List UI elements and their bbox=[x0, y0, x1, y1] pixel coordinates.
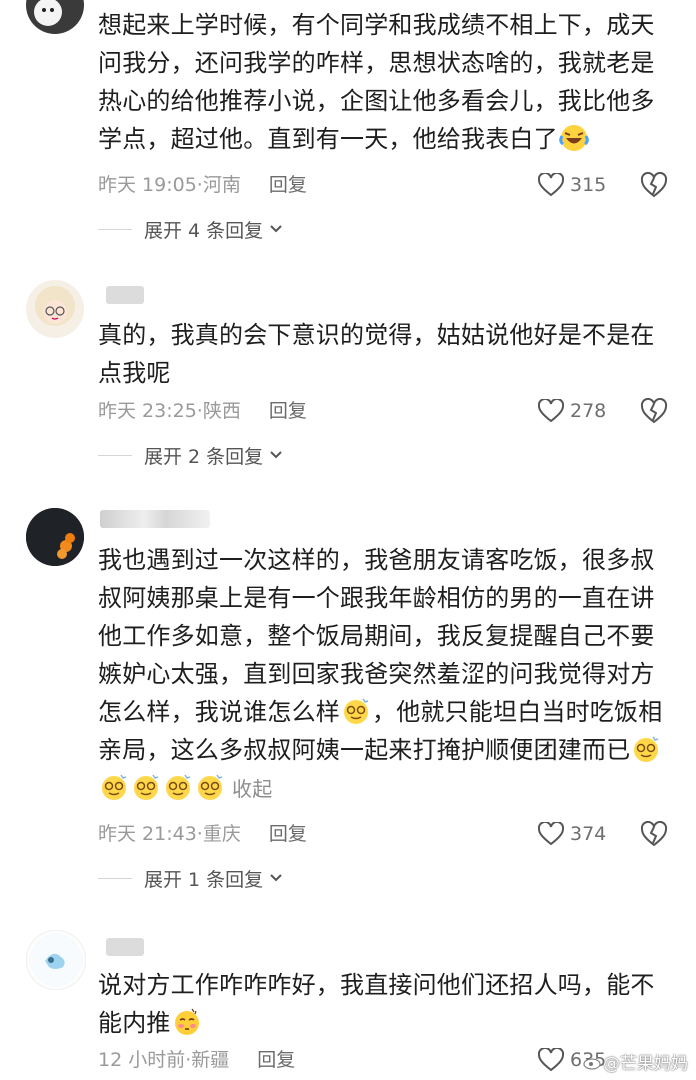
dizzy-smile-emoji-icon bbox=[634, 736, 659, 762]
expand-divider-line bbox=[98, 228, 132, 230]
comment-meta: 昨天 23:25·陕西 回复 bbox=[98, 400, 307, 422]
comment-text: 说对方工作咋咋咋好，我直接问他们还招人吗，能不能内推 bbox=[98, 971, 655, 1037]
username-blurred[interactable] bbox=[100, 510, 210, 528]
comment-meta: 昨天 19:05·河南 回复 bbox=[98, 174, 307, 196]
avatar[interactable] bbox=[26, 0, 84, 34]
heart-icon bbox=[538, 822, 564, 846]
shy-blush-emoji-icon bbox=[174, 1008, 199, 1035]
comment-location: 陕西 bbox=[202, 400, 241, 422]
watermark: @芒果妈妈 bbox=[583, 1049, 688, 1074]
dizzy-smile-emoji-icon bbox=[198, 774, 223, 800]
dizzy-smile-emoji-icon bbox=[344, 698, 369, 724]
dizzy-smile-emoji-icon bbox=[134, 774, 159, 800]
like-button[interactable]: 374 bbox=[538, 819, 606, 849]
comment-location: 河南 bbox=[202, 174, 241, 196]
expand-replies-button[interactable]: 展开 1 条回复 bbox=[98, 863, 283, 893]
reply-button[interactable]: 回复 bbox=[269, 174, 307, 196]
comment-meta: 12 小时前·新疆 回复 bbox=[98, 1049, 296, 1071]
comment-text: 想起来上学时候，有个同学和我成绩不相上下，成天问我分，还问我学的咋样，思想状态啥… bbox=[98, 11, 655, 153]
collapse-text-button[interactable]: 收起 bbox=[232, 777, 272, 801]
comment-time: 12 小时前 bbox=[98, 1049, 186, 1071]
heart-icon bbox=[538, 399, 564, 423]
comment-location: 重庆 bbox=[202, 823, 241, 845]
heart-icon bbox=[538, 173, 564, 197]
username-blurred[interactable] bbox=[106, 938, 144, 956]
dizzy-smile-emoji-icon bbox=[102, 774, 127, 800]
expand-divider-line bbox=[98, 454, 132, 456]
reply-button[interactable]: 回复 bbox=[257, 1049, 295, 1071]
expand-replies-button[interactable]: 展开 4 条回复 bbox=[98, 214, 283, 244]
broken-heart-icon[interactable] bbox=[640, 398, 668, 424]
reply-button[interactable]: 回复 bbox=[269, 823, 307, 845]
reply-button[interactable]: 回复 bbox=[269, 400, 307, 422]
like-button[interactable]: 278 bbox=[538, 396, 606, 426]
like-count: 278 bbox=[570, 400, 607, 422]
avatar[interactable] bbox=[26, 280, 84, 338]
avatar[interactable] bbox=[26, 508, 84, 566]
weibo-logo-icon bbox=[583, 1058, 601, 1069]
chevron-down-icon bbox=[270, 451, 282, 459]
like-button[interactable]: 315 bbox=[538, 170, 606, 200]
dizzy-smile-emoji-icon bbox=[166, 774, 191, 800]
comment-time: 昨天 23:25 bbox=[98, 400, 197, 422]
avatar[interactable] bbox=[26, 930, 86, 990]
username-blurred[interactable] bbox=[106, 286, 144, 304]
comment-location: 新疆 bbox=[191, 1049, 230, 1071]
heart-icon bbox=[538, 1048, 564, 1072]
comment-text: 真的，我真的会下意识的觉得，姑姑说他好是不是在点我呢 bbox=[98, 321, 655, 387]
comment-text: 我也遇到过一次这样的，我爸朋友请客吃饭，很多叔叔阿姨那桌上是有一个跟我年龄相仿的… bbox=[98, 546, 663, 801]
comment-time: 昨天 19:05 bbox=[98, 174, 197, 196]
laughing-tears-emoji-icon bbox=[559, 125, 589, 151]
chevron-down-icon bbox=[270, 874, 282, 882]
like-count: 374 bbox=[570, 823, 607, 845]
broken-heart-icon[interactable] bbox=[640, 821, 668, 847]
comment-meta: 昨天 21:43·重庆 回复 bbox=[98, 823, 307, 845]
expand-replies-button[interactable]: 展开 2 条回复 bbox=[98, 440, 283, 470]
broken-heart-icon[interactable] bbox=[640, 172, 668, 198]
comment-time: 昨天 21:43 bbox=[98, 823, 197, 845]
like-count: 315 bbox=[570, 174, 607, 196]
expand-divider-line bbox=[98, 877, 132, 879]
chevron-down-icon bbox=[270, 225, 282, 233]
